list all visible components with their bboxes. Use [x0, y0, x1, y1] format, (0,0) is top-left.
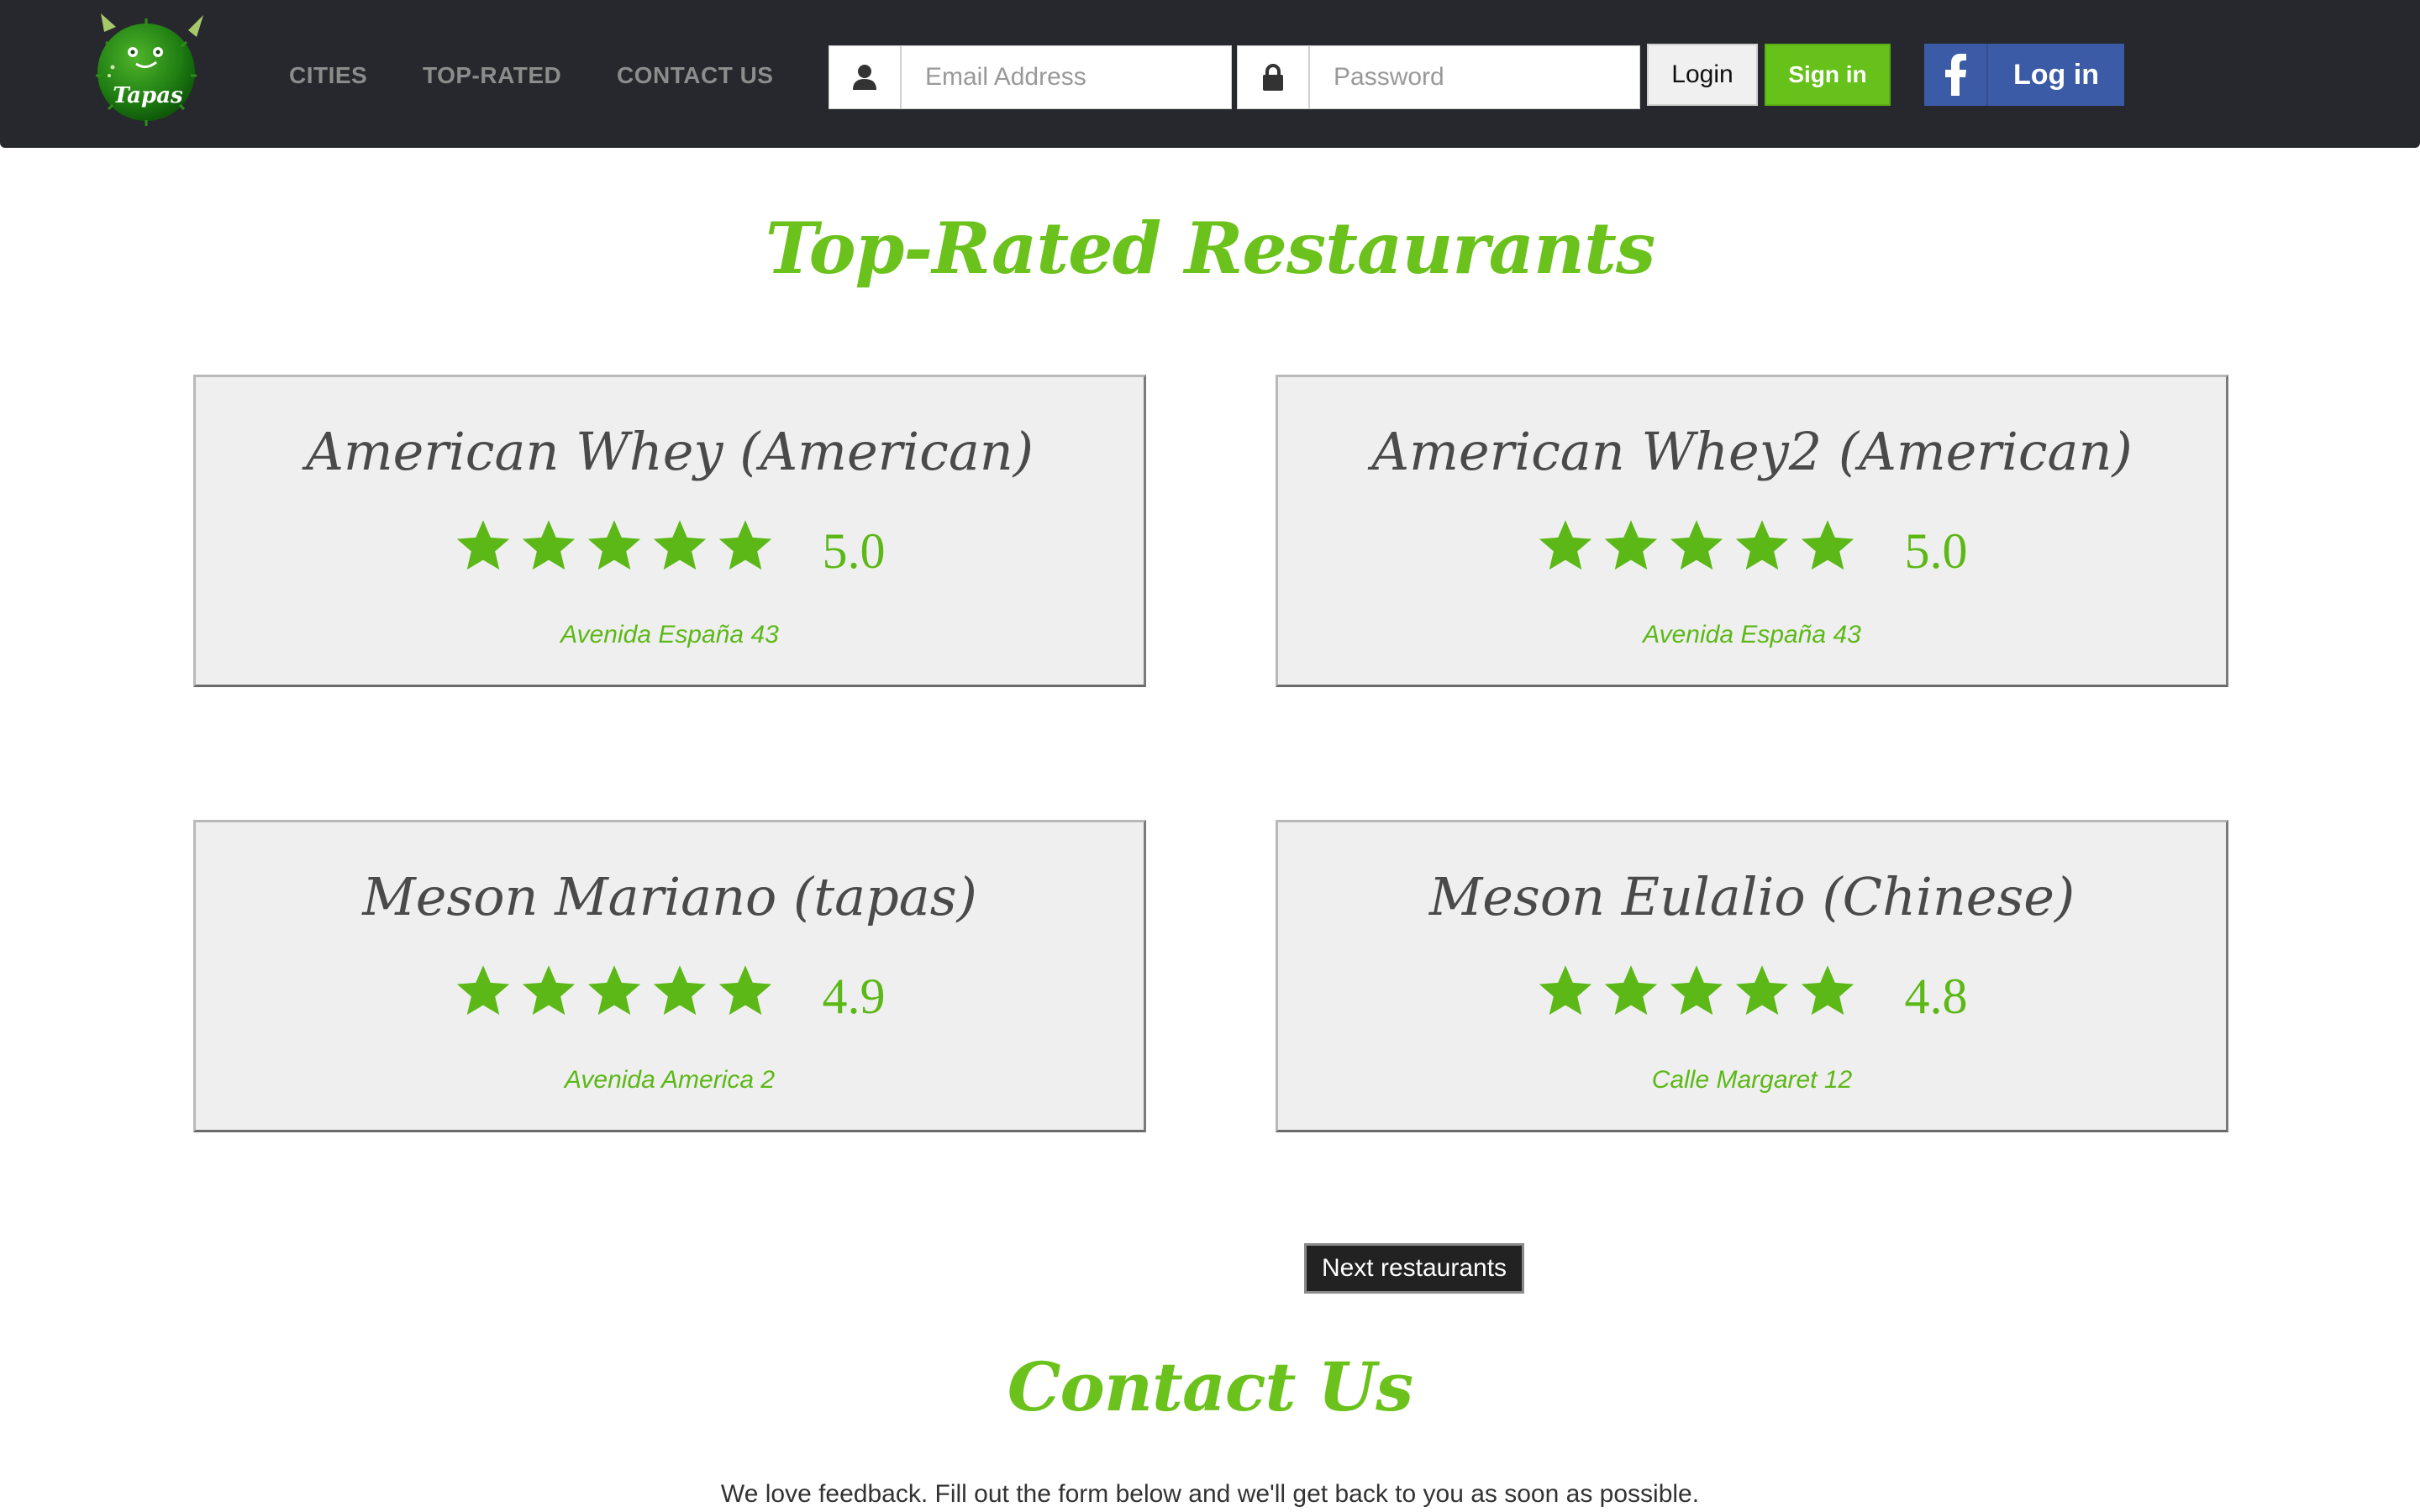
star-icon — [1604, 520, 1657, 570]
star-icon — [1801, 520, 1854, 570]
user-icon — [829, 46, 902, 108]
restaurant-address: Avenida America 2 — [564, 1066, 776, 1094]
restaurant-card[interactable]: Meson Mariano (tapas) 4.9 Avenida Americ… — [193, 820, 1146, 1132]
restaurant-rating: 5.0 — [196, 512, 1144, 579]
tapas-logo[interactable]: Tapas — [87, 8, 213, 126]
star-icon — [522, 965, 575, 1016]
top-navbar: Tapas CITIES TOP-RATED CONTACT US Login … — [0, 0, 2420, 148]
restaurant-name: Meson Mariano (tapas) — [362, 866, 977, 927]
star-icon — [1735, 965, 1788, 1016]
restaurant-address: Calle Margaret 12 — [1651, 1066, 1853, 1094]
star-icon — [587, 520, 640, 570]
star-rating — [455, 517, 774, 574]
rating-value: 4.8 — [1904, 968, 1968, 1024]
star-icon — [1539, 965, 1591, 1016]
rating-value: 4.9 — [822, 968, 886, 1024]
logo-text: Tapas — [113, 83, 183, 108]
restaurant-address: Avenida España 43 — [1643, 621, 1861, 648]
restaurant-name: American Whey (American) — [306, 421, 1034, 482]
restaurant-rating: 5.0 — [1278, 512, 2226, 579]
star-icon — [718, 520, 771, 570]
lock-icon — [1238, 46, 1310, 108]
nav-link-cities[interactable]: CITIES — [289, 62, 367, 89]
star-icon — [653, 965, 706, 1016]
restaurant-card[interactable]: Meson Eulalio (Chinese) 4.8 Calle Margar… — [1276, 820, 2228, 1132]
star-icon — [1539, 520, 1591, 570]
star-icon — [456, 520, 509, 570]
facebook-icon — [1924, 44, 1988, 106]
star-icon — [587, 965, 640, 1016]
rating-value: 5.0 — [822, 522, 886, 579]
restaurant-card[interactable]: American Whey2 (American) 5.0 Avenida Es… — [1276, 375, 2228, 687]
star-icon — [653, 520, 706, 570]
nav-link-top-rated[interactable]: TOP-RATED — [423, 62, 561, 89]
contact-intro-text: We love feedback. Fill out the form belo… — [720, 1480, 1700, 1508]
star-rating — [1537, 962, 1856, 1019]
restaurant-address: Avenida España 43 — [560, 621, 779, 648]
restaurant-rating: 4.9 — [196, 957, 1144, 1024]
star-icon — [1670, 520, 1723, 570]
star-icon — [1735, 520, 1788, 570]
star-icon — [718, 965, 771, 1016]
password-input[interactable] — [1310, 46, 1639, 108]
facebook-login-button[interactable]: Log in — [1924, 44, 2124, 106]
top-rated-title: Top-Rated Restaurants — [765, 207, 1656, 290]
email-input-group — [829, 45, 1232, 109]
sign-in-button[interactable]: Sign in — [1765, 44, 1891, 106]
star-icon — [522, 520, 575, 570]
star-icon — [456, 965, 509, 1016]
password-input-group — [1237, 45, 1640, 109]
star-rating — [455, 962, 774, 1019]
contact-us-title: Contact Us — [1007, 1347, 1413, 1426]
rating-value: 5.0 — [1904, 522, 1968, 579]
star-icon — [1670, 965, 1723, 1016]
next-restaurants-button[interactable]: Next restaurants — [1304, 1243, 1524, 1294]
nav-link-contact-us[interactable]: CONTACT US — [617, 62, 773, 89]
star-icon — [1801, 965, 1854, 1016]
restaurant-card[interactable]: American Whey (American) 5.0 Avenida Esp… — [193, 375, 1146, 687]
star-rating — [1537, 517, 1856, 574]
restaurant-name: American Whey2 (American) — [1371, 421, 2133, 482]
restaurant-name: Meson Eulalio (Chinese) — [1428, 866, 2075, 927]
star-icon — [1604, 965, 1657, 1016]
restaurant-rating: 4.8 — [1278, 957, 2226, 1024]
facebook-login-label: Log in — [2013, 58, 2099, 91]
login-button[interactable]: Login — [1647, 44, 1758, 106]
email-input[interactable] — [902, 46, 1231, 108]
